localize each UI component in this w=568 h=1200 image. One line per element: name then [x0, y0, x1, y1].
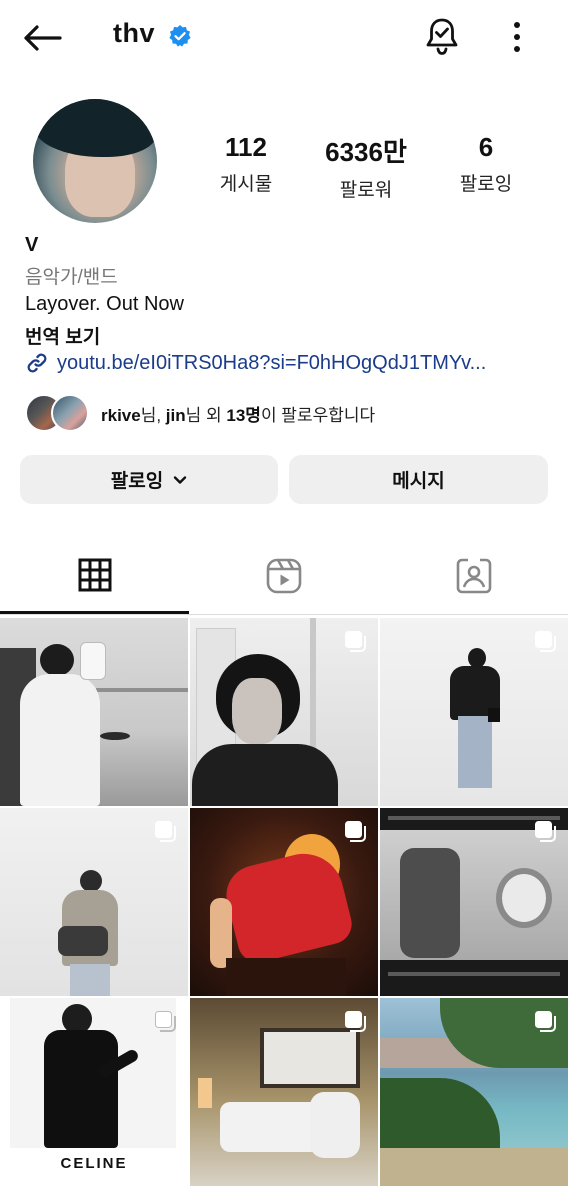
post-thumbnail[interactable] — [190, 618, 378, 806]
message-button[interactable]: 메시지 — [289, 455, 548, 504]
multi-post-icon — [345, 821, 366, 842]
follower-name: rkive — [101, 405, 141, 425]
profile-link-text: youtu.be/eI0iTRS0Ha8?si=F0hHOgQdJ1TMYv..… — [57, 351, 487, 374]
profile-name: V — [25, 234, 39, 256]
grid-icon — [78, 558, 112, 592]
reels-icon — [266, 558, 302, 594]
post-thumbnail[interactable] — [0, 618, 188, 806]
stat-following[interactable]: 6 팔로잉 — [431, 132, 541, 196]
post-thumbnail[interactable] — [380, 618, 568, 806]
follower-count: 13명 — [226, 405, 261, 425]
profile-tabs — [0, 548, 568, 614]
multi-post-icon — [535, 631, 556, 652]
multi-post-icon — [345, 631, 366, 652]
post-thumbnail[interactable] — [380, 808, 568, 996]
post-thumbnail[interactable] — [0, 808, 188, 996]
notification-bell-check-icon[interactable] — [423, 16, 461, 56]
post-thumbnail[interactable] — [380, 998, 568, 1186]
profile-username: thv — [113, 18, 155, 48]
stat-posts-label: 게시물 — [219, 174, 273, 195]
post-caption: CELINE — [60, 1155, 128, 1172]
link-icon — [27, 353, 47, 373]
stat-followers-count: 6336만 — [325, 137, 407, 167]
post-thumbnail[interactable] — [190, 808, 378, 996]
stat-followers[interactable]: 6336만 팔로워 — [311, 132, 421, 202]
multi-post-icon — [155, 821, 176, 842]
back-arrow-icon — [24, 25, 62, 51]
stat-posts-count: 112 — [225, 132, 267, 162]
message-button-label: 메시지 — [392, 471, 445, 492]
multi-post-icon — [345, 1011, 366, 1032]
follower-name: jin — [165, 405, 186, 425]
back-button[interactable] — [22, 20, 66, 56]
tab-posts-grid[interactable] — [0, 548, 190, 614]
tab-tagged[interactable] — [379, 548, 568, 614]
tab-reels[interactable] — [189, 548, 379, 614]
more-vertical-icon[interactable] — [505, 20, 529, 54]
tagged-icon — [456, 558, 492, 594]
stat-following-count: 6 — [478, 132, 494, 162]
profile-link[interactable]: youtu.be/eI0iTRS0Ha8?si=F0hHOgQdJ1TMYv..… — [25, 351, 486, 375]
follower-avatar — [51, 394, 89, 432]
translate-link[interactable]: 번역 보기 — [25, 322, 100, 349]
top-bar: thv — [0, 0, 568, 72]
post-thumbnail[interactable]: CELINE — [0, 998, 188, 1186]
tab-divider — [0, 614, 568, 615]
multi-post-icon — [535, 1011, 556, 1032]
following-button[interactable]: 팔로잉 — [20, 455, 278, 504]
stat-followers-label: 팔로워 — [339, 180, 393, 201]
followed-by[interactable]: rkive님, jin님 외 13명이 팔로우합니다 — [25, 393, 375, 433]
profile-category: 음악가/밴드 — [25, 267, 118, 288]
post-thumbnail[interactable] — [190, 998, 378, 1186]
stat-following-label: 팔로잉 — [459, 174, 513, 195]
avatar-hair — [33, 99, 157, 157]
chevron-down-icon — [174, 475, 187, 484]
verified-badge-icon — [169, 25, 191, 47]
following-button-label: 팔로잉 — [110, 471, 164, 492]
multi-post-icon — [155, 1011, 176, 1032]
profile-avatar[interactable] — [33, 99, 157, 223]
multi-post-icon — [535, 821, 556, 842]
profile-bio: Layover. Out Now — [25, 293, 184, 315]
stat-posts[interactable]: 112 게시물 — [191, 132, 301, 196]
followed-by-text: rkive님, jin님 외 13명이 팔로우합니다 — [101, 405, 376, 425]
